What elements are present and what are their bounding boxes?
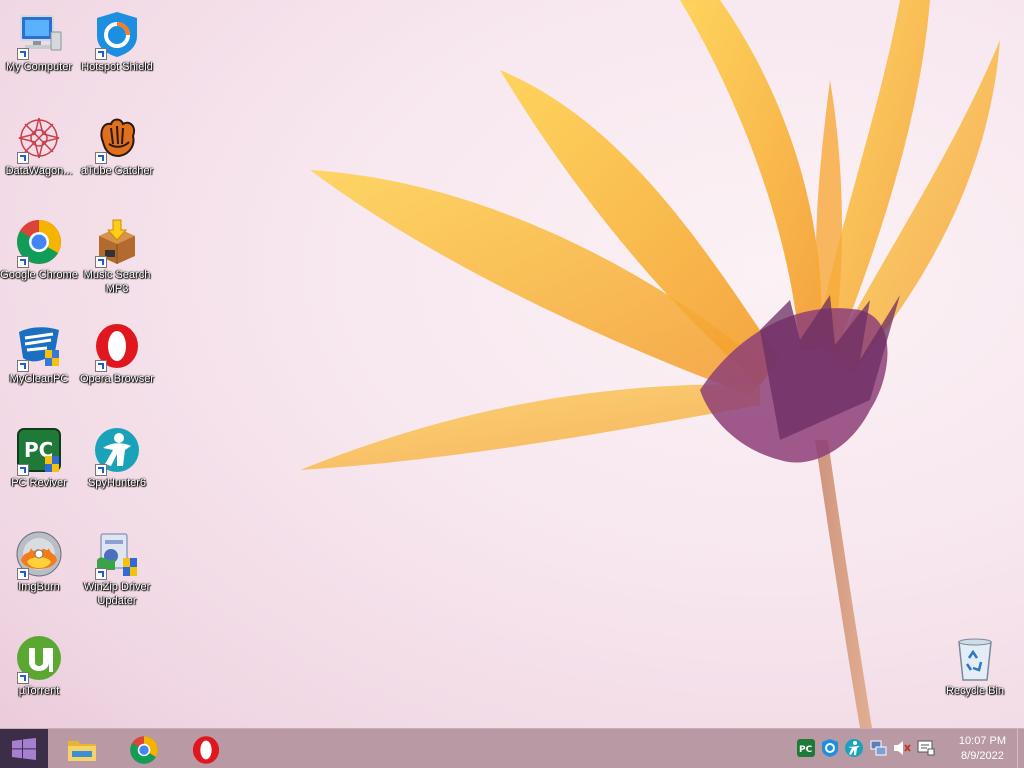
desktop-icon-imgburn[interactable]: ImgBurn xyxy=(0,526,78,594)
desktop-icon-label: Hotspot Shield xyxy=(81,61,153,73)
desktop-icon-music-search-mp3[interactable]: Music Search MP3 xyxy=(78,214,156,296)
clock-time: 10:07 PM xyxy=(958,735,1006,747)
taskbar: PC 10:07 PM 8/9/2022 xyxy=(0,728,1024,768)
taskbar-clock[interactable]: 10:07 PM 8/9/2022 xyxy=(959,734,1006,764)
taskbar-opera[interactable] xyxy=(180,731,230,767)
opera-icon xyxy=(93,322,141,372)
mycleanpc-icon xyxy=(15,322,63,372)
desktop-icon-my-computer[interactable]: My Computer xyxy=(0,6,78,74)
windows-logo-icon xyxy=(12,738,36,760)
utorrent-icon xyxy=(15,634,63,684)
spyhunter-icon xyxy=(93,426,141,476)
recycle-bin-icon xyxy=(951,634,999,682)
file-explorer-icon xyxy=(68,741,96,761)
desktop-icon-label: Google Chrome xyxy=(0,269,78,281)
desktop-icon-label: aTube Catcher xyxy=(80,165,154,177)
desktop-icon-label: ImgBurn xyxy=(18,581,60,593)
desktop-icon-datawagon[interactable]: DataWagon... xyxy=(0,110,78,178)
start-button[interactable] xyxy=(0,729,48,768)
datawagon-icon xyxy=(15,114,63,164)
winzip-driver-updater-icon xyxy=(93,530,141,580)
desktop-icon-pc-reviver[interactable]: PC PC Reviver xyxy=(0,422,78,490)
desktop-icon-label: Music Search MP3 xyxy=(83,269,151,295)
desktop-icon-label: PC Reviver xyxy=(11,477,67,489)
chrome-icon xyxy=(15,218,63,268)
desktop-icon-opera-browser[interactable]: Opera Browser xyxy=(78,318,156,386)
chrome-icon xyxy=(130,736,158,764)
desktop-icon-label: My Computer xyxy=(5,61,73,73)
atube-catcher-icon xyxy=(93,114,141,164)
imgburn-icon xyxy=(15,530,63,580)
hotspot-shield-icon xyxy=(93,10,141,60)
desktop-icon-utorrent[interactable]: µTorrent xyxy=(0,630,78,698)
clock-date: 8/9/2022 xyxy=(961,750,1004,762)
desktop-icon-atube-catcher[interactable]: aTube Catcher xyxy=(78,110,156,178)
desktop-icon-label: WinZip Driver Updater xyxy=(83,581,151,607)
desktop-icon-label: Recycle Bin xyxy=(945,685,1005,697)
desktop-icon-label: MyCleanPC xyxy=(9,373,69,385)
desktop-icon-google-chrome[interactable]: Google Chrome xyxy=(0,214,78,282)
desktop-icon-hotspot-shield[interactable]: Hotspot Shield xyxy=(78,6,156,74)
taskbar-file-explorer[interactable] xyxy=(56,731,106,767)
music-search-icon xyxy=(93,218,141,268)
spyhunter-tray-icon[interactable] xyxy=(844,738,864,758)
hotspot-shield-tray-icon[interactable] xyxy=(820,738,840,758)
opera-icon xyxy=(192,736,220,764)
desktop-icon-winzip-driver-updater[interactable]: WinZip Driver Updater xyxy=(78,526,156,608)
desktop-icon-mycleanpc[interactable]: MyCleanPC xyxy=(0,318,78,386)
network-tray-icon[interactable] xyxy=(868,738,888,758)
pc-reviver-icon: PC xyxy=(15,426,63,476)
desktop-icon-label: SpyHunter6 xyxy=(87,477,147,489)
volume-muted-icon[interactable] xyxy=(892,738,912,758)
desktop-icon-label: Opera Browser xyxy=(80,373,154,385)
desktop-icon-spyhunter6[interactable]: SpyHunter6 xyxy=(78,422,156,490)
desktop-icon-recycle-bin[interactable]: Recycle Bin xyxy=(936,630,1014,698)
computer-icon xyxy=(15,10,63,60)
pc-reviver-tray-icon[interactable]: PC xyxy=(796,738,816,758)
desktop-icon-label: DataWagon... xyxy=(5,165,73,177)
system-tray: PC xyxy=(796,738,936,760)
desktop-icon-label: µTorrent xyxy=(18,685,60,697)
svg-text:PC: PC xyxy=(799,745,813,755)
show-desktop-button[interactable] xyxy=(1017,729,1024,768)
action-center-icon[interactable] xyxy=(916,738,936,758)
taskbar-google-chrome[interactable] xyxy=(118,731,168,767)
